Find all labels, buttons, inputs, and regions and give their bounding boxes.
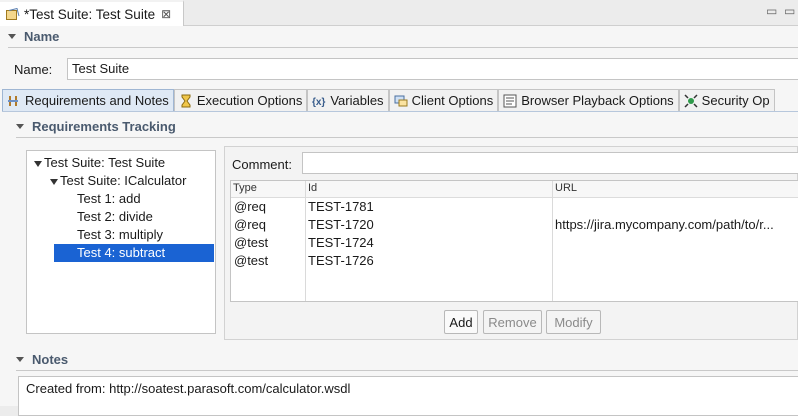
column-header-id[interactable]: Id xyxy=(308,182,317,194)
tab-requirements-and-notes[interactable]: Requirements and Notes xyxy=(2,89,174,111)
editor-tab[interactable]: *Test Suite: Test Suite ⊠ xyxy=(0,0,184,26)
tab-label: Client Options xyxy=(411,93,494,108)
name-field[interactable]: Test Suite xyxy=(67,58,798,80)
table-cell-url[interactable]: https://jira.mycompany.com/path/to/r... xyxy=(555,217,774,232)
requirements-icon xyxy=(8,95,18,106)
tree-item-icalculator[interactable]: Test Suite: ICalculator xyxy=(50,172,186,190)
modify-button[interactable]: Modify xyxy=(546,310,601,334)
minimize-icon[interactable]: ▭ xyxy=(766,4,777,18)
name-field-value: Test Suite xyxy=(72,61,130,76)
expand-arrow-icon[interactable] xyxy=(50,178,58,185)
tree-item-test-4[interactable]: Test 4: subtract xyxy=(54,244,214,262)
table-cell-id[interactable]: TEST-1724 xyxy=(308,235,374,250)
column-header-url[interactable]: URL xyxy=(555,182,577,194)
collapse-arrow-icon xyxy=(16,357,24,362)
tab-label: Variables xyxy=(330,93,384,108)
maximize-icon[interactable]: ▭ xyxy=(784,4,795,18)
tab-label: Security Op xyxy=(701,93,770,108)
tab-security-options[interactable]: Security Op xyxy=(678,89,775,111)
tree-item-test-1[interactable]: Test 1: add xyxy=(77,190,141,208)
editor-tab-title: *Test Suite: Test Suite xyxy=(24,6,156,22)
requirements-section-toggle[interactable]: Requirements Tracking xyxy=(16,119,176,134)
tab-label: Execution Options xyxy=(196,93,303,108)
table-cell-type[interactable]: @req xyxy=(234,217,266,232)
name-label: Name: xyxy=(14,62,53,77)
table-cell-id[interactable]: TEST-1781 xyxy=(308,199,374,214)
expand-arrow-icon[interactable] xyxy=(34,160,42,167)
editor-tab-strip xyxy=(184,0,798,26)
comment-input[interactable] xyxy=(302,152,798,174)
remove-button[interactable]: Remove xyxy=(483,310,542,334)
variables-icon: {x} xyxy=(312,97,325,108)
suite-file-icon xyxy=(6,8,20,20)
tree-item-test-3[interactable]: Test 3: multiply xyxy=(77,226,163,244)
client-icon xyxy=(394,95,408,106)
table-cell-type[interactable]: @req xyxy=(234,199,266,214)
browser-icon xyxy=(503,94,517,107)
name-section-heading: Name xyxy=(24,29,60,44)
table-cell-id[interactable]: TEST-1720 xyxy=(308,217,374,232)
notes-section-toggle[interactable]: Notes xyxy=(16,352,68,367)
tab-execution-options[interactable]: Execution Options xyxy=(173,89,308,111)
table-cell-type[interactable]: @test xyxy=(234,235,268,250)
tree-item-test-suite[interactable]: Test Suite: Test Suite xyxy=(34,154,165,172)
requirements-section-heading: Requirements Tracking xyxy=(32,119,176,134)
tab-divider xyxy=(2,111,798,112)
notes-section-heading: Notes xyxy=(32,352,69,367)
tab-client-options[interactable]: Client Options xyxy=(388,89,499,111)
hourglass-icon xyxy=(181,94,191,107)
close-icon[interactable]: ⊠ xyxy=(161,7,171,21)
column-divider[interactable] xyxy=(552,181,553,301)
svg-text:{x}: {x} xyxy=(312,97,325,108)
column-divider[interactable] xyxy=(305,181,306,301)
add-button[interactable]: Add xyxy=(444,310,478,334)
column-header-type[interactable]: Type xyxy=(233,182,257,194)
tab-label: Requirements and Notes xyxy=(25,93,169,108)
section-divider xyxy=(16,137,798,138)
comment-label: Comment: xyxy=(232,157,292,172)
collapse-arrow-icon xyxy=(8,34,16,39)
notes-textarea[interactable]: Created from: http://soatest.parasoft.co… xyxy=(18,376,798,416)
table-cell-type[interactable]: @test xyxy=(234,253,268,268)
security-icon xyxy=(684,93,698,108)
notes-text: Created from: http://soatest.parasoft.co… xyxy=(26,381,351,396)
tree-item-test-2[interactable]: Test 2: divide xyxy=(77,208,153,226)
collapse-arrow-icon xyxy=(16,124,24,129)
name-section-toggle[interactable]: Name xyxy=(8,29,59,44)
tab-browser-playback-options[interactable]: Browser Playback Options xyxy=(498,89,679,111)
section-divider xyxy=(16,370,798,371)
tab-label: Browser Playback Options xyxy=(521,93,674,108)
tab-variables[interactable]: {x} Variables xyxy=(307,89,389,111)
section-divider xyxy=(8,47,798,48)
table-cell-id[interactable]: TEST-1726 xyxy=(308,253,374,268)
options-tabs: Requirements and Notes Execution Options… xyxy=(2,89,798,111)
